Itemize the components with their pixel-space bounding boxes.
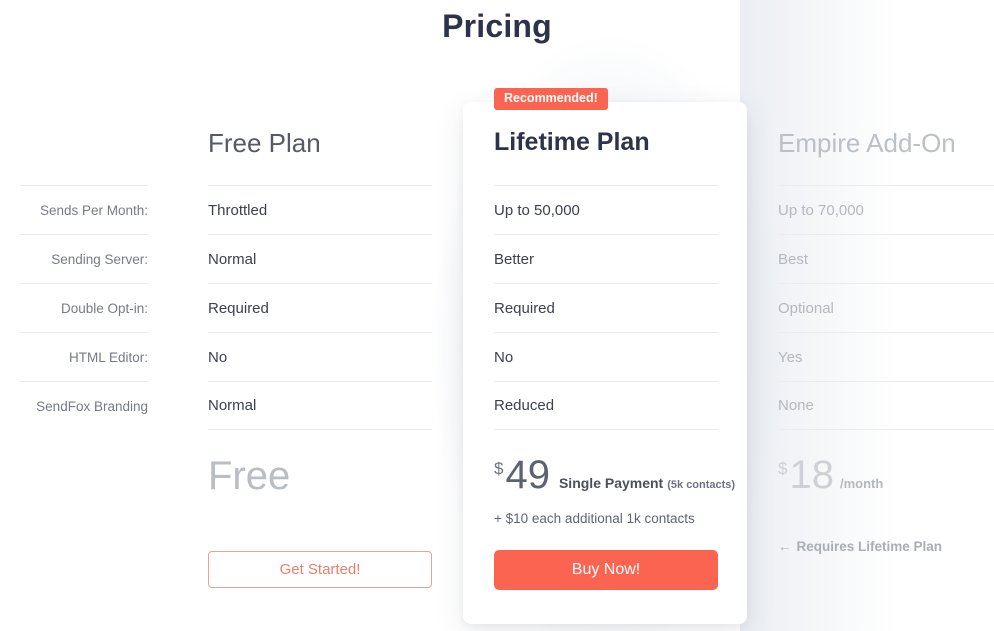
feature-label-row: SendFox Branding	[20, 381, 148, 430]
plan-value-row: Required	[494, 283, 718, 332]
plan-price-free: Free	[208, 454, 291, 498]
plan-value-row: Normal	[208, 234, 432, 283]
plan-title-free: Free Plan	[208, 128, 321, 158]
requires-lifetime-note: ← Requires Lifetime Plan	[778, 539, 942, 554]
requires-lifetime-label: Requires Lifetime Plan	[796, 539, 943, 554]
plan-value-row: Yes	[778, 332, 994, 381]
feature-label-row: HTML Editor:	[20, 332, 148, 381]
plan-value-row: Required	[208, 283, 432, 332]
currency-symbol: $	[778, 459, 788, 478]
plan-value-row: Reduced	[494, 381, 718, 430]
plan-value-row: No	[494, 332, 718, 381]
price-period-note: (5k contacts)	[667, 479, 736, 491]
price-period: Single Payment	[558, 475, 664, 491]
plan-value-row: Best	[778, 234, 994, 283]
feature-label-rows: Sends Per Month: Sending Server: Double …	[20, 185, 148, 430]
plan-title-lifetime: Lifetime Plan	[494, 128, 650, 156]
price-amount: 49	[505, 453, 550, 497]
plan-price-empire: $ 18 /month	[778, 455, 883, 495]
plan-values-lifetime: Up to 50,000 Better Required No Reduced	[494, 185, 718, 430]
feature-label-row: Sends Per Month:	[20, 185, 148, 234]
left-arrow-icon: ←	[778, 539, 792, 554]
plan-value-row: None	[778, 381, 994, 430]
price-fineprint: + $10 each additional 1k contacts	[494, 511, 695, 526]
plan-values-free: Throttled Normal Required No Normal	[208, 185, 432, 430]
plan-value-row: Optional	[778, 283, 994, 332]
buy-now-button[interactable]: Buy Now!	[494, 550, 718, 590]
plan-value-row: Normal	[208, 381, 432, 430]
plan-value-row: Up to 50,000	[494, 185, 718, 234]
currency-symbol: $	[494, 459, 504, 478]
plan-value-row: Up to 70,000	[778, 185, 994, 234]
plan-title-empire: Empire Add-On	[778, 128, 956, 158]
plan-value-row: Better	[494, 234, 718, 283]
recommended-badge: Recommended!	[494, 88, 608, 110]
price-period: /month	[839, 476, 884, 491]
plan-values-empire: Up to 70,000 Best Optional Yes None	[778, 185, 994, 430]
feature-label-row: Sending Server:	[20, 234, 148, 283]
plan-value-row: No	[208, 332, 432, 381]
get-started-button[interactable]: Get Started!	[208, 551, 432, 588]
price-amount: 18	[789, 453, 834, 497]
feature-label-row: Double Opt-in:	[20, 283, 148, 332]
plan-value-row: Throttled	[208, 185, 432, 234]
plan-price-lifetime: $ 49 Single Payment (5k contacts)	[494, 455, 735, 495]
page-title: Pricing	[442, 8, 552, 44]
